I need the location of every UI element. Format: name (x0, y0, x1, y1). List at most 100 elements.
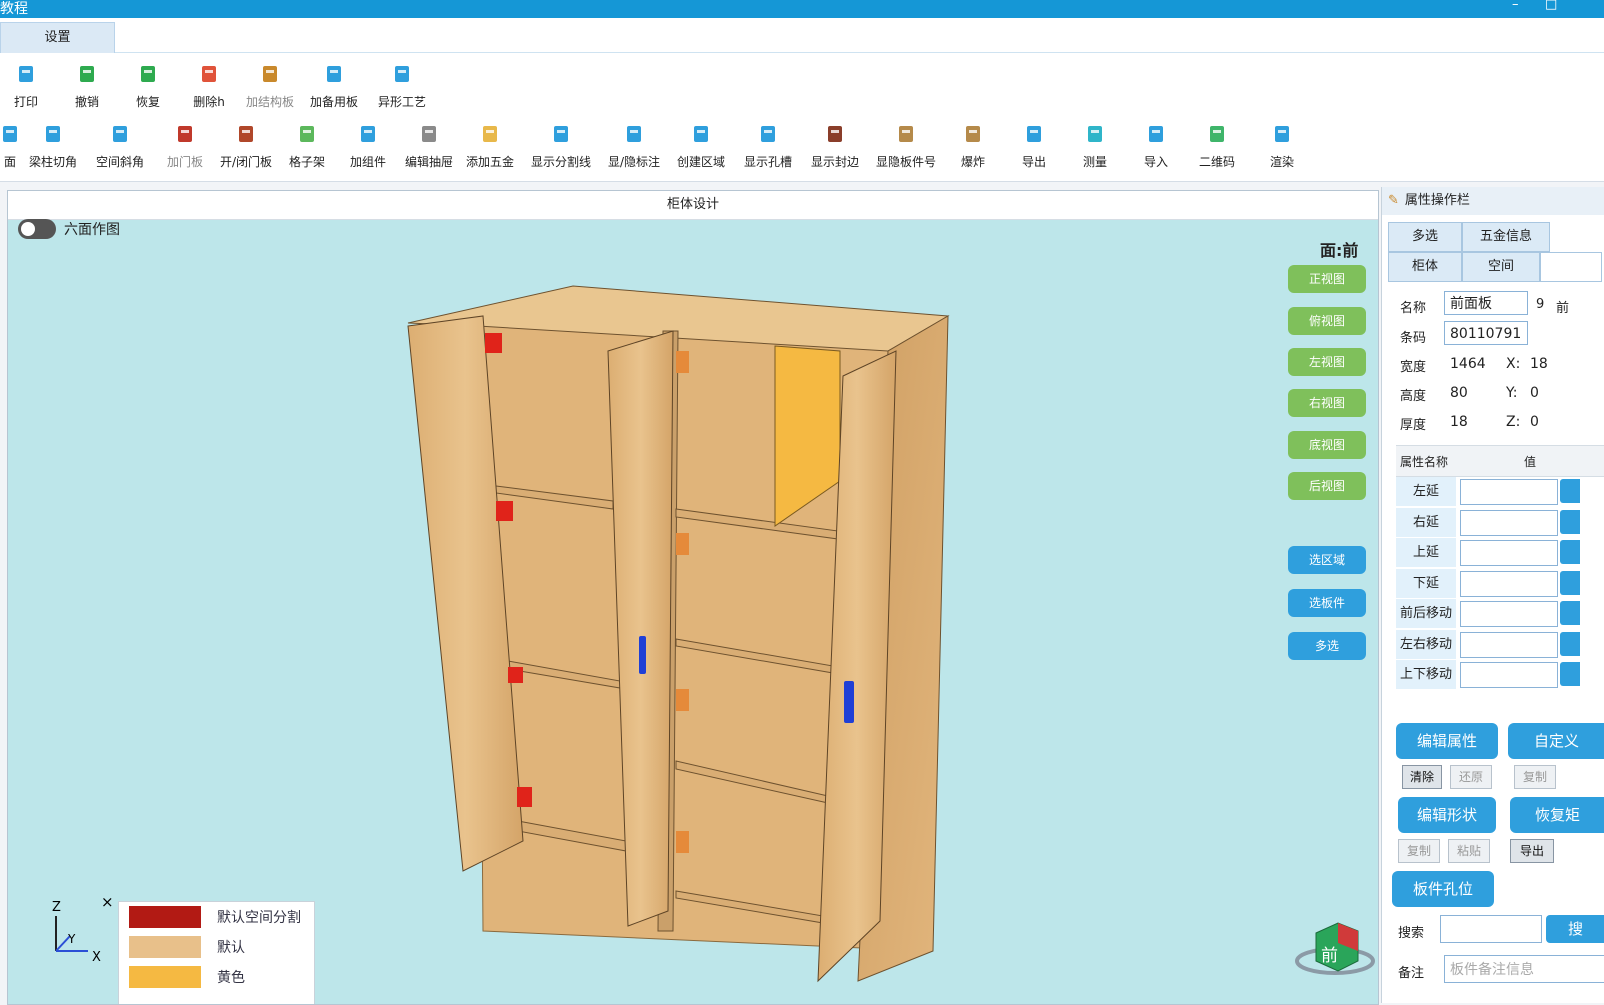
toolbar-button-measure[interactable]: 测量 (1060, 121, 1130, 170)
search-input[interactable] (1440, 915, 1542, 943)
toolbar-button-divider-line[interactable]: 显示分割线 (526, 121, 596, 170)
property-row: 左延 (1396, 477, 1604, 506)
property-panel: ✎ 属性操作栏 多选 五金信息 柜体 空间 板 名称 前面板 9 前 条码 801… (1381, 187, 1604, 1003)
tab-space[interactable]: 空间 (1462, 252, 1540, 282)
legend-swatch-wood (129, 936, 201, 958)
toolbar-button-hardware[interactable]: 添加五金 (455, 121, 525, 170)
toolbar-button-import[interactable]: 导入 (1121, 121, 1191, 170)
explode-icon (960, 121, 986, 147)
search-button[interactable]: 搜 (1546, 915, 1604, 943)
redo-icon (135, 61, 161, 87)
toolbar-button-box[interactable]: 异形工艺 (378, 61, 426, 110)
legend-swatch-yellow (129, 966, 201, 988)
toolbar-label: 二维码 (1198, 155, 1235, 169)
toolbar-label: 恢复 (135, 95, 160, 109)
toolbar-button-panel-number[interactable]: 显隐板件号 (871, 121, 941, 170)
printer-icon (13, 61, 39, 87)
property-name: 上延 (1396, 538, 1456, 567)
property-value-input[interactable] (1460, 570, 1558, 597)
toolbar-label: 添加五金 (465, 155, 514, 169)
tab-panel[interactable]: 板 (1540, 252, 1602, 282)
restore-rect-button[interactable]: 恢复矩 (1510, 797, 1604, 833)
toolbar-button-bevel[interactable]: 空间斜角 (85, 121, 155, 170)
code-field[interactable]: 80110791 (1444, 321, 1528, 345)
legend-item: 默认 (129, 936, 245, 958)
toolbar-button-lattice[interactable]: 格子架 (272, 121, 342, 170)
export-icon (1021, 121, 1047, 147)
property-action-button[interactable] (1560, 662, 1580, 686)
property-row: 前后移动 (1396, 599, 1604, 628)
property-name: 左右移动 (1396, 629, 1456, 659)
note-input[interactable]: 板件备注信息 (1444, 955, 1604, 983)
cabinet-3d-model[interactable]: Z Y X × 前 (8, 191, 1378, 1004)
edit-shape-button[interactable]: 编辑形状 (1398, 797, 1496, 833)
menu-bar: 设置 (0, 18, 1604, 53)
maximize-button[interactable]: □ (1545, 0, 1557, 12)
restore-button[interactable]: 还原 (1450, 765, 1492, 789)
clear-button[interactable]: 清除 (1402, 765, 1442, 789)
tab-multi-select[interactable]: 多选 (1388, 222, 1462, 252)
toolbar-button-edge-band[interactable]: 显示封边 (800, 121, 870, 170)
toolbar-button-redo[interactable]: 恢复 (124, 61, 172, 110)
door-toggle-icon (233, 121, 259, 147)
property-action-button[interactable] (1560, 509, 1580, 534)
toolbar-button-export[interactable]: 导出 (999, 121, 1069, 170)
box-icon (389, 61, 415, 87)
toolbar-label: 创建区域 (676, 155, 725, 169)
property-value-input[interactable] (1460, 601, 1558, 627)
property-action-button[interactable] (1560, 631, 1580, 656)
toolbar-button-component[interactable]: 加组件 (333, 121, 403, 170)
cabinet-design-viewport[interactable]: 柜体设计 六面作图 面:前 正视图 俯视图 左视图 右视图 底视图 后视图 选区… (7, 190, 1379, 1005)
property-action-button[interactable] (1560, 479, 1580, 503)
toolbar-button-trash[interactable]: 删除h (185, 61, 233, 110)
note-label: 备注 (1398, 966, 1425, 981)
toolbar-button-door-toggle[interactable]: 开/闭门板 (211, 121, 281, 170)
height-value: 80 (1450, 385, 1468, 401)
width-value: 1464 (1450, 356, 1486, 372)
toolbar-button-region[interactable]: 创建区域 (666, 121, 736, 170)
toolbar-button-corner-cut[interactable]: 梁柱切角 (18, 121, 88, 170)
legend-close-icon[interactable]: × (101, 893, 114, 911)
thickness-label: 厚度 (1400, 418, 1427, 433)
ribbon-toolbar: 打印 撤销 恢复 删除h 加结构板 加备用板 异形工艺 面梁柱切角 空间斜角 加门板 开/闭门板 格… (0, 53, 1604, 182)
copy-button[interactable]: 复制 (1514, 765, 1556, 789)
toolbar-label: 显隐板件号 (875, 155, 936, 169)
property-value-input[interactable] (1460, 509, 1558, 536)
tab-hardware-info[interactable]: 五金信息 (1462, 222, 1550, 252)
toolbar-button-explode[interactable]: 爆炸 (938, 121, 1008, 170)
toolbar-button-layers[interactable]: 加备用板 (310, 61, 358, 110)
property-value-input[interactable] (1460, 662, 1558, 688)
pencil-icon: ✎ (1388, 193, 1399, 208)
toolbar-button-grid-structure[interactable]: 加结构板 (246, 61, 294, 110)
property-value-input[interactable] (1460, 479, 1558, 505)
name-field[interactable]: 前面板 (1444, 291, 1528, 315)
lattice-icon (294, 121, 320, 147)
toolbar-button-panel[interactable]: 面 (0, 121, 20, 170)
custom-button[interactable]: 自定义 (1508, 723, 1604, 759)
copy-shape-button[interactable]: 复制 (1398, 839, 1440, 863)
toolbar-button-door[interactable]: 加门板 (150, 121, 220, 170)
property-value-input[interactable] (1460, 540, 1558, 566)
minimize-button[interactable]: – (1512, 0, 1519, 12)
toolbar-label: 打印 (13, 95, 38, 109)
toolbar-button-printer[interactable]: 打印 (2, 61, 50, 110)
toolbar-button-cloud-qr[interactable]: 二维码 (1182, 121, 1252, 170)
edit-attributes-button[interactable]: 编辑属性 (1396, 723, 1498, 759)
property-action-button[interactable] (1560, 570, 1580, 595)
tab-cabinet[interactable]: 柜体 (1388, 252, 1462, 282)
toolbar-label: 梁柱切角 (28, 155, 77, 169)
toolbar-button-dimension[interactable]: 显/隐标注 (599, 121, 669, 170)
paste-button[interactable]: 粘贴 (1448, 839, 1490, 863)
toolbar-button-hole[interactable]: 显示孔槽 (733, 121, 803, 170)
toolbar-button-render[interactable]: 渲染 (1247, 121, 1317, 170)
panel-holes-button[interactable]: 板件孔位 (1392, 871, 1494, 907)
z-label: Z: (1506, 414, 1521, 430)
property-action-button[interactable] (1560, 601, 1580, 625)
trash-icon (196, 61, 222, 87)
toolbar-button-drawer[interactable]: 编辑抽屉 (394, 121, 464, 170)
property-action-button[interactable] (1560, 540, 1580, 564)
export-shape-button[interactable]: 导出 (1510, 839, 1554, 863)
property-value-input[interactable] (1460, 631, 1558, 658)
toolbar-button-undo[interactable]: 撤销 (63, 61, 111, 110)
menu-tab-settings[interactable]: 设置 (0, 22, 115, 53)
